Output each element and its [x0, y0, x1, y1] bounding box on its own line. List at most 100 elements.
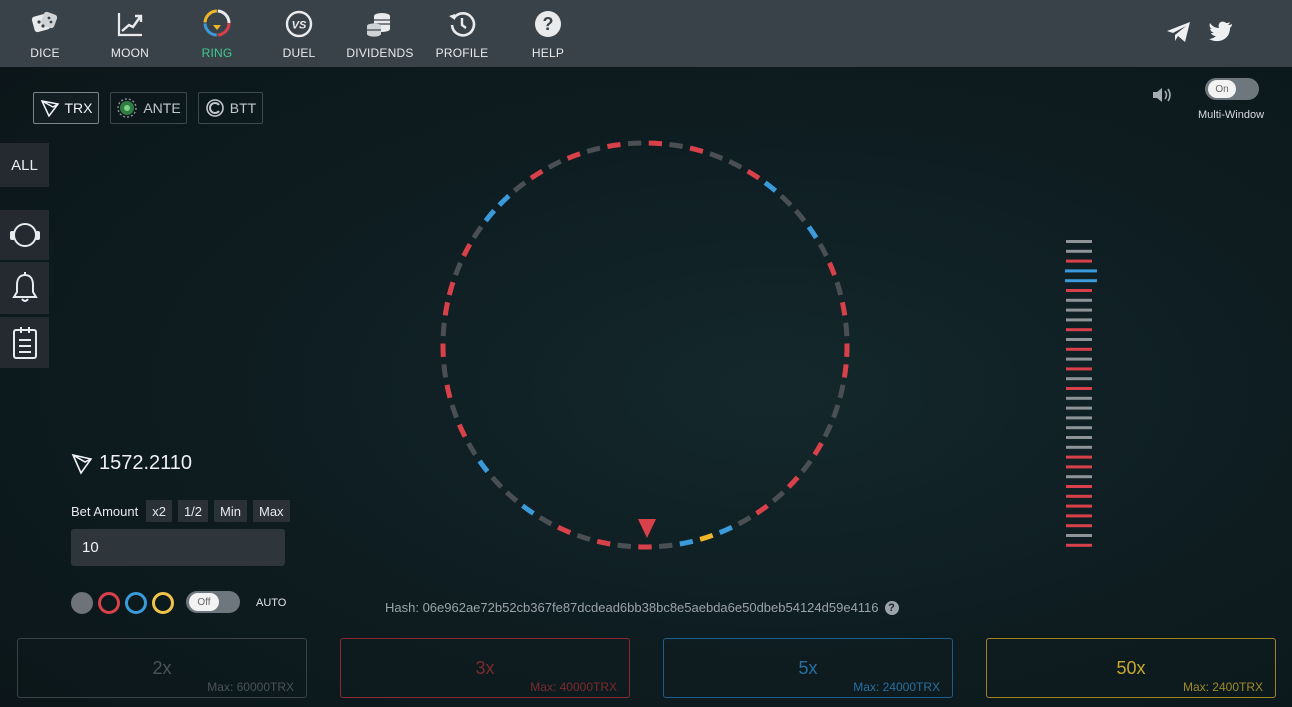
vs-icon: VS: [282, 8, 316, 40]
bet-amount-input[interactable]: [71, 529, 285, 566]
nav-label: RING: [201, 46, 233, 60]
multiplier-value: 5x: [798, 658, 818, 678]
nav-label: DIVIDENDS: [346, 46, 414, 60]
nav-dividends[interactable]: DIVIDENDS: [345, 8, 415, 64]
history-bar: [1066, 534, 1092, 537]
color-select-gold[interactable]: [152, 592, 174, 614]
bet-card-50x[interactable]: 50x Max: 2400TRX: [986, 638, 1276, 698]
telegram-icon[interactable]: [1166, 20, 1192, 49]
toggle-knob: On: [1208, 80, 1236, 98]
multiplier-max: Max: 60000TRX: [207, 680, 294, 694]
history-bar: [1066, 249, 1092, 253]
currency-btt-button[interactable]: BTT: [198, 92, 263, 124]
sidebar-support-button[interactable]: [0, 210, 49, 260]
ring-segment: [461, 242, 473, 258]
bet-max-button[interactable]: Max: [252, 500, 290, 522]
ring-segment: [812, 441, 824, 456]
multiplier-max: Max: 2400TRX: [1182, 680, 1263, 694]
history-bar: [1066, 318, 1092, 322]
tron-icon: [40, 99, 59, 117]
history-bar: [1066, 436, 1092, 439]
nav-label: MOON: [110, 46, 150, 60]
history-bar: [1066, 357, 1092, 361]
nav-dice[interactable]: DICE: [27, 8, 63, 64]
top-nav-bar: DICE MOON RING VS DUEL DIVIDENDS PROFILE…: [0, 0, 1292, 67]
ring-segment: [538, 515, 553, 527]
nav-label: PROFILE: [435, 46, 489, 60]
ring-segment: [490, 475, 504, 489]
history-bar: [1066, 504, 1092, 508]
history-bar: [1066, 259, 1092, 263]
currency-label: BTT: [229, 100, 257, 116]
history-bar: [1066, 387, 1092, 390]
history-bar: [1066, 494, 1092, 498]
twitter-icon[interactable]: [1208, 20, 1234, 49]
nav-duel[interactable]: VS DUEL: [281, 8, 317, 64]
moon-chart-icon: [113, 8, 147, 40]
ring-segment: [471, 225, 484, 240]
color-select-blue[interactable]: [125, 592, 147, 614]
ring-segment: [841, 364, 849, 378]
currency-ante-button[interactable]: ANTE: [110, 92, 187, 124]
color-select-gray[interactable]: [71, 592, 93, 614]
ring-segment: [786, 475, 800, 489]
ring-segment: [669, 142, 684, 149]
ring-segment: [586, 145, 601, 154]
history-bar: [1066, 338, 1092, 341]
history-bar: [1066, 347, 1092, 351]
clipboard-icon: [12, 326, 37, 359]
history-bar: [1066, 465, 1092, 469]
speaker-icon[interactable]: [1151, 85, 1175, 110]
ring-segment: [483, 208, 497, 223]
ring-segment: [566, 151, 581, 161]
nav-ring[interactable]: RING: [199, 8, 235, 64]
history-bar: [1066, 406, 1092, 410]
multi-window-label: Multi-Window: [1198, 109, 1265, 121]
ring-segment: [822, 423, 833, 438]
bet-min-button[interactable]: Min: [214, 500, 247, 522]
sidebar-records-button[interactable]: [0, 317, 49, 368]
ring-segment: [834, 281, 844, 296]
bet-card-3x[interactable]: 3x Max: 40000TRX: [340, 638, 630, 698]
ring-segment: [441, 364, 449, 378]
nav-moon[interactable]: MOON: [110, 8, 150, 64]
ring-icon: [200, 8, 234, 40]
bet-double-button[interactable]: x2: [146, 500, 172, 522]
sidebar-all-label: ALL: [11, 156, 38, 174]
bet-card-5x[interactable]: 5x Max: 24000TRX: [663, 638, 953, 698]
sidebar-notifications-button[interactable]: [0, 262, 49, 314]
multi-window-toggle[interactable]: On: [1205, 78, 1259, 100]
currency-trx-button[interactable]: TRX: [33, 92, 99, 124]
nav-label: DUEL: [282, 46, 316, 60]
bet-card-2x[interactable]: 2x Max: 60000TRX: [17, 638, 307, 698]
ring-segment: [504, 490, 519, 503]
round-hash: Hash: 06e962ae72b52cb367fe87dcdead6bb38b…: [385, 600, 899, 615]
history-bar: [1065, 279, 1097, 283]
sidebar-all-button[interactable]: ALL: [0, 143, 49, 187]
nav-help[interactable]: ? HELP: [530, 8, 566, 64]
history-bar: [1066, 308, 1092, 312]
ring-segment: [658, 542, 673, 549]
ring-segment: [440, 322, 447, 337]
history-bar: [1066, 475, 1092, 479]
ring-segment: [779, 193, 793, 207]
multiplier-max: Max: 24000TRX: [853, 680, 940, 694]
ring-segment: [737, 515, 752, 527]
color-select-red[interactable]: [98, 592, 120, 614]
headset-icon: [9, 223, 40, 247]
ring-segment: [831, 404, 841, 419]
auto-bet-toggle[interactable]: Off: [186, 591, 240, 613]
history-bar: [1066, 367, 1092, 371]
ring-segment: [689, 145, 704, 154]
ring-segment: [728, 159, 743, 170]
ring-segment: [839, 301, 848, 316]
multiplier-max: Max: 40000TRX: [530, 680, 617, 694]
ring-segment: [771, 490, 786, 503]
bet-half-button[interactable]: 1/2: [177, 500, 209, 522]
history-bar: [1066, 524, 1092, 528]
question-icon[interactable]: ?: [884, 600, 899, 615]
ring-segment: [699, 532, 714, 542]
nav-profile[interactable]: PROFILE: [434, 8, 490, 64]
history-bar: [1066, 298, 1092, 302]
ring-segment: [466, 441, 478, 456]
